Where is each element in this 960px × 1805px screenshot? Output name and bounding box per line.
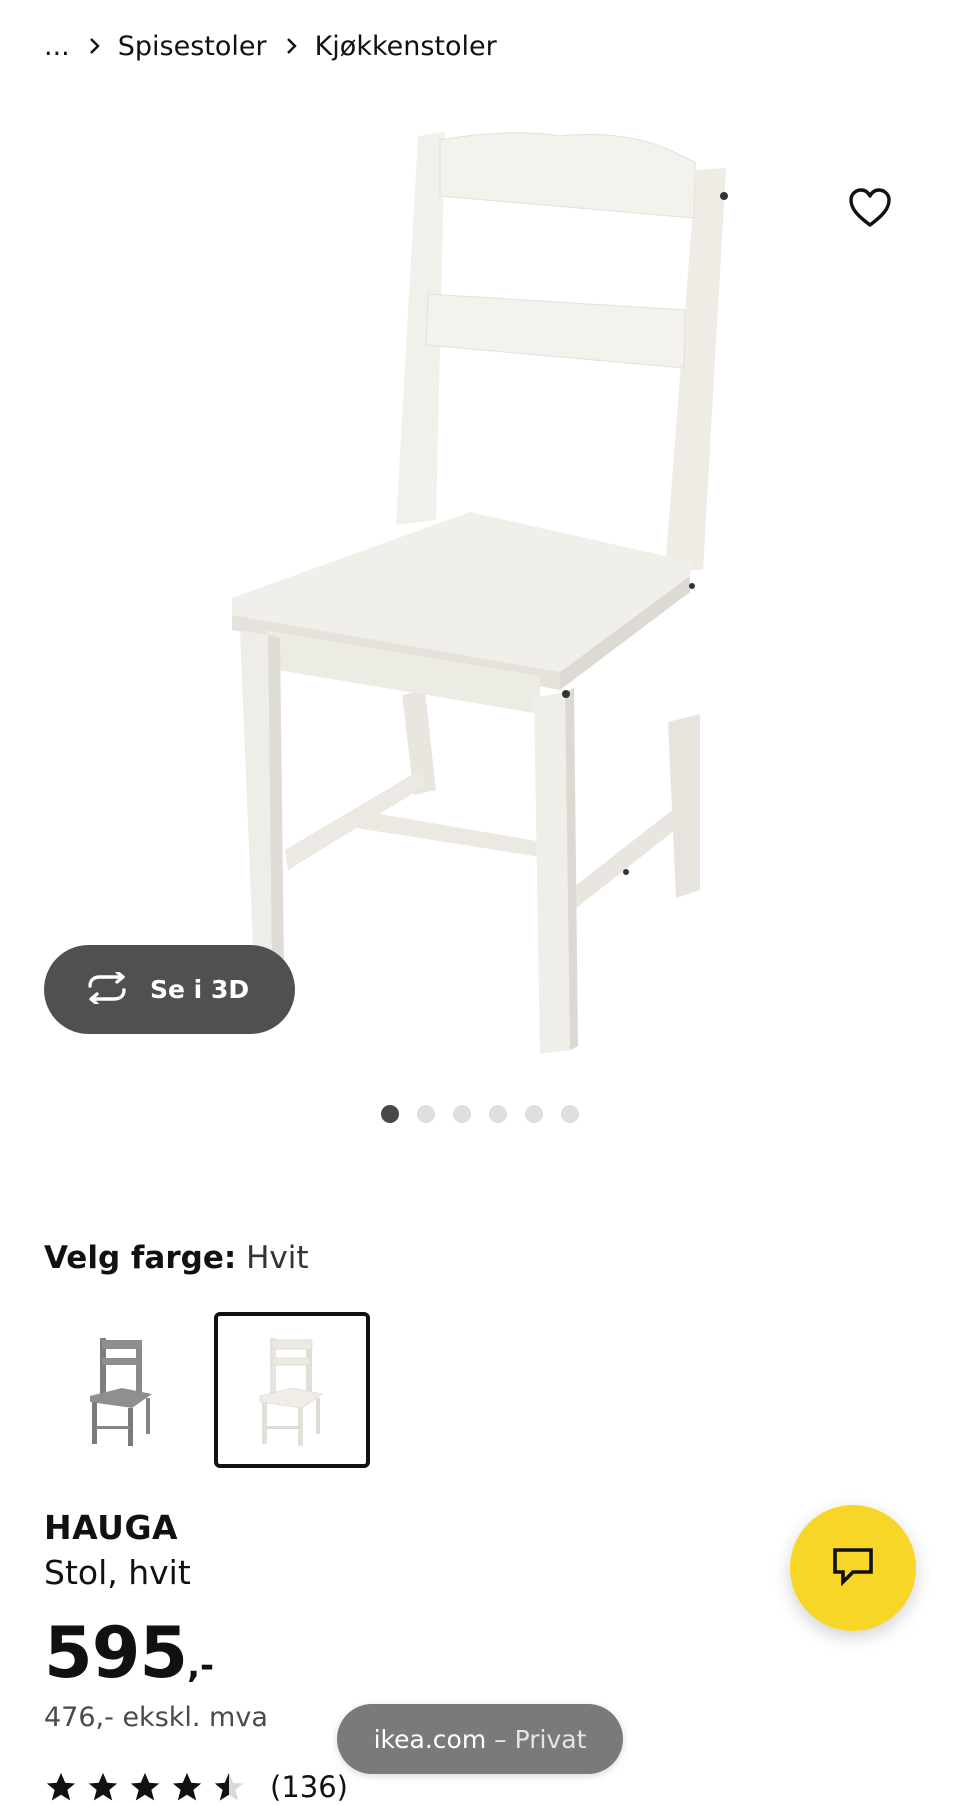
carousel-dot[interactable] — [489, 1105, 507, 1123]
see-in-3d-button[interactable]: Se i 3D — [44, 945, 295, 1034]
price-suffix: ,- — [187, 1646, 215, 1686]
breadcrumb-ellipsis[interactable]: ... — [44, 31, 70, 62]
rating-stars — [44, 1770, 246, 1804]
rotate-3d-icon — [84, 969, 130, 1008]
browser-domain: ikea.com — [373, 1724, 487, 1754]
color-swatches — [44, 1312, 370, 1468]
carousel-dot[interactable] — [381, 1105, 399, 1123]
product-rating[interactable]: (136) — [44, 1770, 348, 1804]
grey-chair-thumbnail — [90, 1338, 152, 1446]
carousel-dot[interactable] — [561, 1105, 579, 1123]
rating-count: (136) — [270, 1770, 348, 1804]
price-ex-vat: 476,- ekskl. mva — [44, 1702, 268, 1733]
color-label-key: Velg farge: — [44, 1240, 237, 1276]
carousel-dot[interactable] — [525, 1105, 543, 1123]
carousel-dot[interactable] — [453, 1105, 471, 1123]
heart-outline-icon — [848, 188, 892, 232]
white-chair-thumbnail — [259, 1338, 323, 1446]
product-name: HAUGA — [44, 1508, 179, 1547]
price: 595 ,- — [44, 1612, 214, 1694]
carousel-dot[interactable] — [417, 1105, 435, 1123]
star-icon — [172, 1772, 202, 1801]
chat-bubble-icon — [831, 1546, 875, 1590]
browser-mode: – Privat — [494, 1724, 587, 1754]
chevron-right-icon — [285, 37, 297, 55]
color-swatch-white[interactable] — [214, 1312, 370, 1468]
breadcrumb: ... Spisestoler Kjøkkenstoler — [44, 26, 497, 66]
star-icon — [130, 1772, 160, 1801]
chevron-right-icon — [88, 37, 100, 55]
carousel-indicator — [0, 1105, 960, 1123]
color-swatch-grey[interactable] — [44, 1312, 200, 1468]
color-label-value: Hvit — [246, 1240, 309, 1276]
star-half-icon — [214, 1772, 244, 1801]
breadcrumb-item-kjokkenstoler[interactable]: Kjøkkenstoler — [315, 31, 497, 62]
see-in-3d-label: Se i 3D — [150, 975, 250, 1004]
favorite-button[interactable] — [840, 180, 900, 240]
price-value: 595 — [44, 1612, 188, 1694]
product-description: Stol, hvit — [44, 1553, 191, 1592]
chat-button[interactable] — [790, 1505, 916, 1631]
color-selector-label: Velg farge: Hvit — [44, 1240, 309, 1276]
browser-url-pill[interactable]: ikea.com – Privat — [337, 1704, 623, 1774]
breadcrumb-item-spisestoler[interactable]: Spisestoler — [118, 31, 267, 62]
star-icon — [88, 1772, 118, 1801]
star-icon — [46, 1772, 76, 1801]
